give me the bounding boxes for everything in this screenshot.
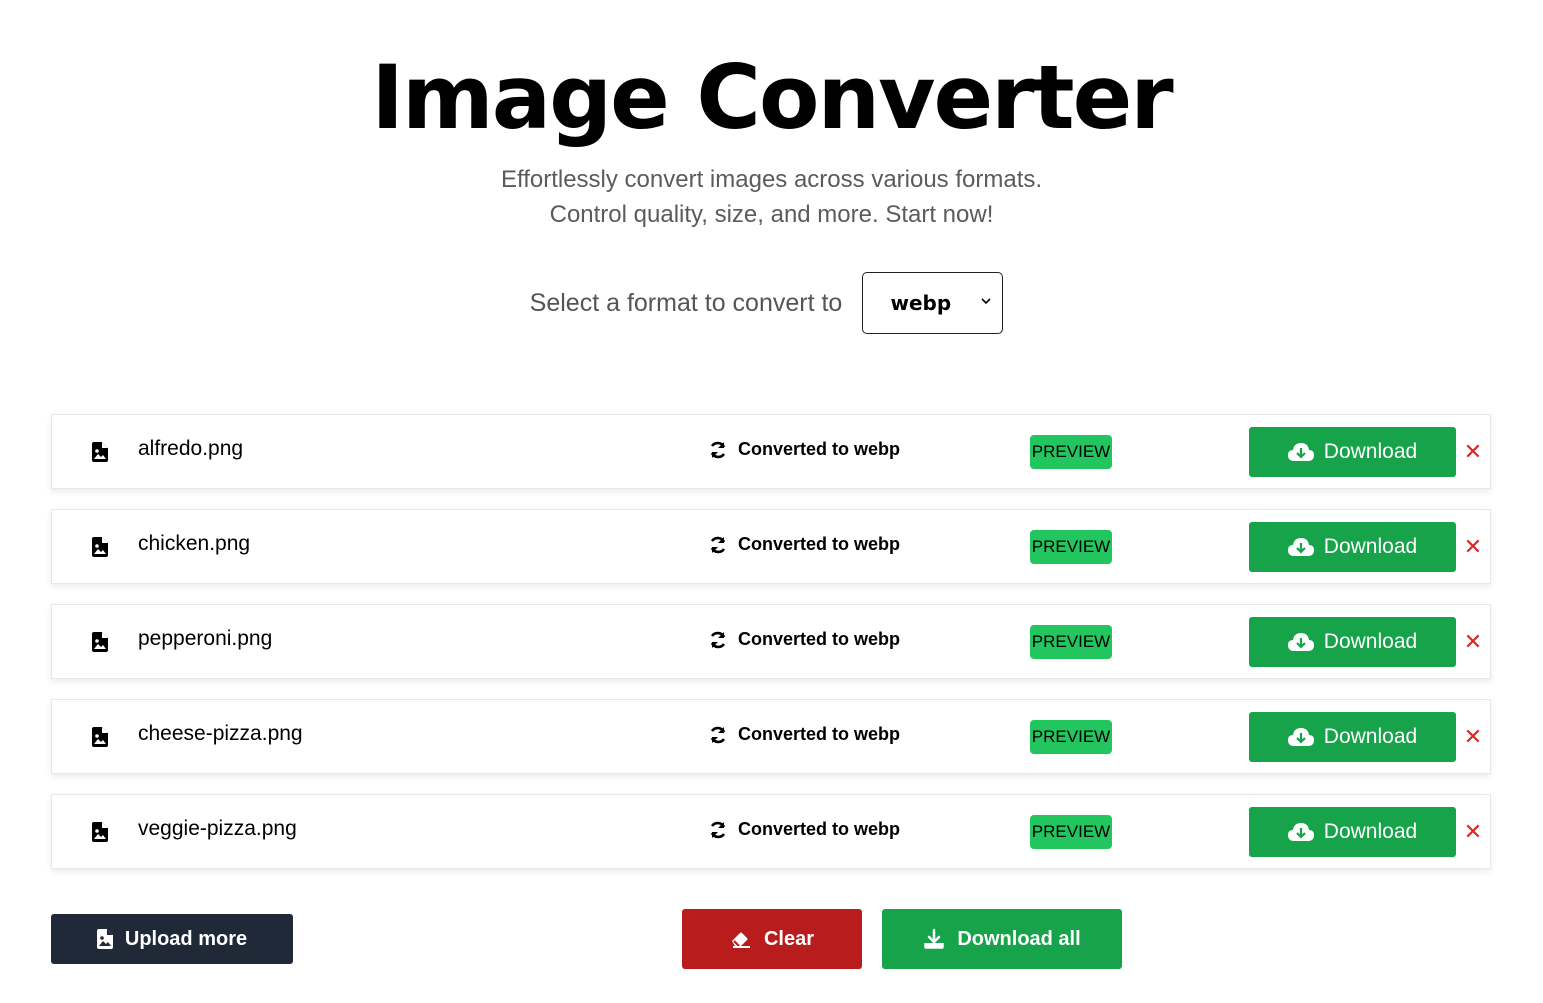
file-name: chicken.png xyxy=(138,532,251,555)
file-image-icon xyxy=(92,727,108,747)
status-text: Converted to webp xyxy=(738,724,901,744)
remove-file-button[interactable]: ✕ xyxy=(1464,534,1482,560)
download-label: Download xyxy=(1323,440,1418,463)
download-tray-icon xyxy=(924,928,945,949)
format-select[interactable]: webp xyxy=(862,272,1004,334)
page-subtitle: Effortlessly convert images across vario… xyxy=(0,162,1543,232)
refresh-icon xyxy=(710,441,726,458)
download-label: Download xyxy=(1323,535,1418,558)
remove-file-button[interactable]: ✕ xyxy=(1464,819,1482,845)
file-image-icon xyxy=(92,442,108,462)
conversion-status: Converted to webp xyxy=(708,724,900,745)
download-button[interactable]: Download xyxy=(1249,522,1456,572)
cloud-download-icon xyxy=(1287,538,1314,556)
refresh-icon xyxy=(710,631,726,648)
preview-button[interactable]: PREVIEW xyxy=(1030,625,1112,659)
file-name: alfredo.png xyxy=(138,437,244,460)
file-row: cheese-pizza.png Converted to webp PREVI… xyxy=(51,699,1491,774)
upload-more-label: Upload more xyxy=(124,927,248,950)
conversion-status: Converted to webp xyxy=(708,819,900,840)
preview-button[interactable]: PREVIEW xyxy=(1030,720,1112,754)
chevron-down-icon xyxy=(981,298,991,305)
file-name: pepperoni.png xyxy=(138,627,273,650)
download-label: Download xyxy=(1323,725,1418,748)
download-label: Download xyxy=(1323,820,1418,843)
conversion-status: Converted to webp xyxy=(708,629,900,650)
preview-button[interactable]: PREVIEW xyxy=(1030,435,1112,469)
file-image-icon xyxy=(92,822,108,842)
file-row: pepperoni.png Converted to webp PREVIEW … xyxy=(51,604,1491,679)
eraser-icon xyxy=(731,932,750,948)
preview-button[interactable]: PREVIEW xyxy=(1030,530,1112,564)
download-button[interactable]: Download xyxy=(1249,807,1456,857)
cloud-download-icon xyxy=(1287,443,1314,461)
format-label: Select a format to convert to xyxy=(529,288,843,317)
status-text: Converted to webp xyxy=(738,819,901,839)
refresh-icon xyxy=(710,726,726,743)
file-row: veggie-pizza.png Converted to webp PREVI… xyxy=(51,794,1491,869)
download-label: Download xyxy=(1323,630,1418,653)
refresh-icon xyxy=(710,821,726,838)
status-text: Converted to webp xyxy=(738,534,901,554)
conversion-status: Converted to webp xyxy=(708,439,900,460)
download-button[interactable]: Download xyxy=(1249,712,1456,762)
remove-file-button[interactable]: ✕ xyxy=(1464,439,1482,465)
preview-button[interactable]: PREVIEW xyxy=(1030,815,1112,849)
file-row: chicken.png Converted to webp PREVIEW Do… xyxy=(51,509,1491,584)
file-image-icon xyxy=(92,632,108,652)
file-image-icon xyxy=(92,537,108,557)
cloud-download-icon xyxy=(1287,823,1314,841)
clear-button[interactable]: Clear xyxy=(682,909,862,969)
clear-label: Clear xyxy=(763,927,815,950)
file-row: alfredo.png Converted to webp PREVIEW Do… xyxy=(51,414,1491,489)
subtitle-line-2: Control quality, size, and more. Start n… xyxy=(549,201,994,228)
remove-file-button[interactable]: ✕ xyxy=(1464,724,1482,750)
download-button[interactable]: Download xyxy=(1249,617,1456,667)
download-all-label: Download all xyxy=(957,927,1081,950)
file-image-icon xyxy=(96,929,113,949)
cloud-download-icon xyxy=(1287,728,1314,746)
cloud-download-icon xyxy=(1287,633,1314,651)
format-selector-row: Select a format to convert to webp xyxy=(0,272,1543,334)
remove-file-button[interactable]: ✕ xyxy=(1464,629,1482,655)
download-button[interactable]: Download xyxy=(1249,427,1456,477)
refresh-icon xyxy=(710,536,726,553)
file-name: veggie-pizza.png xyxy=(138,817,297,840)
status-text: Converted to webp xyxy=(738,439,901,459)
format-select-value: webp xyxy=(890,291,952,315)
status-text: Converted to webp xyxy=(738,629,901,649)
subtitle-line-1: Effortlessly convert images across vario… xyxy=(500,166,1043,193)
upload-more-button[interactable]: Upload more xyxy=(51,914,293,964)
page-title: Image Converter xyxy=(371,46,1173,149)
conversion-status: Converted to webp xyxy=(708,534,900,555)
file-name: cheese-pizza.png xyxy=(138,722,303,745)
download-all-button[interactable]: Download all xyxy=(882,909,1122,969)
